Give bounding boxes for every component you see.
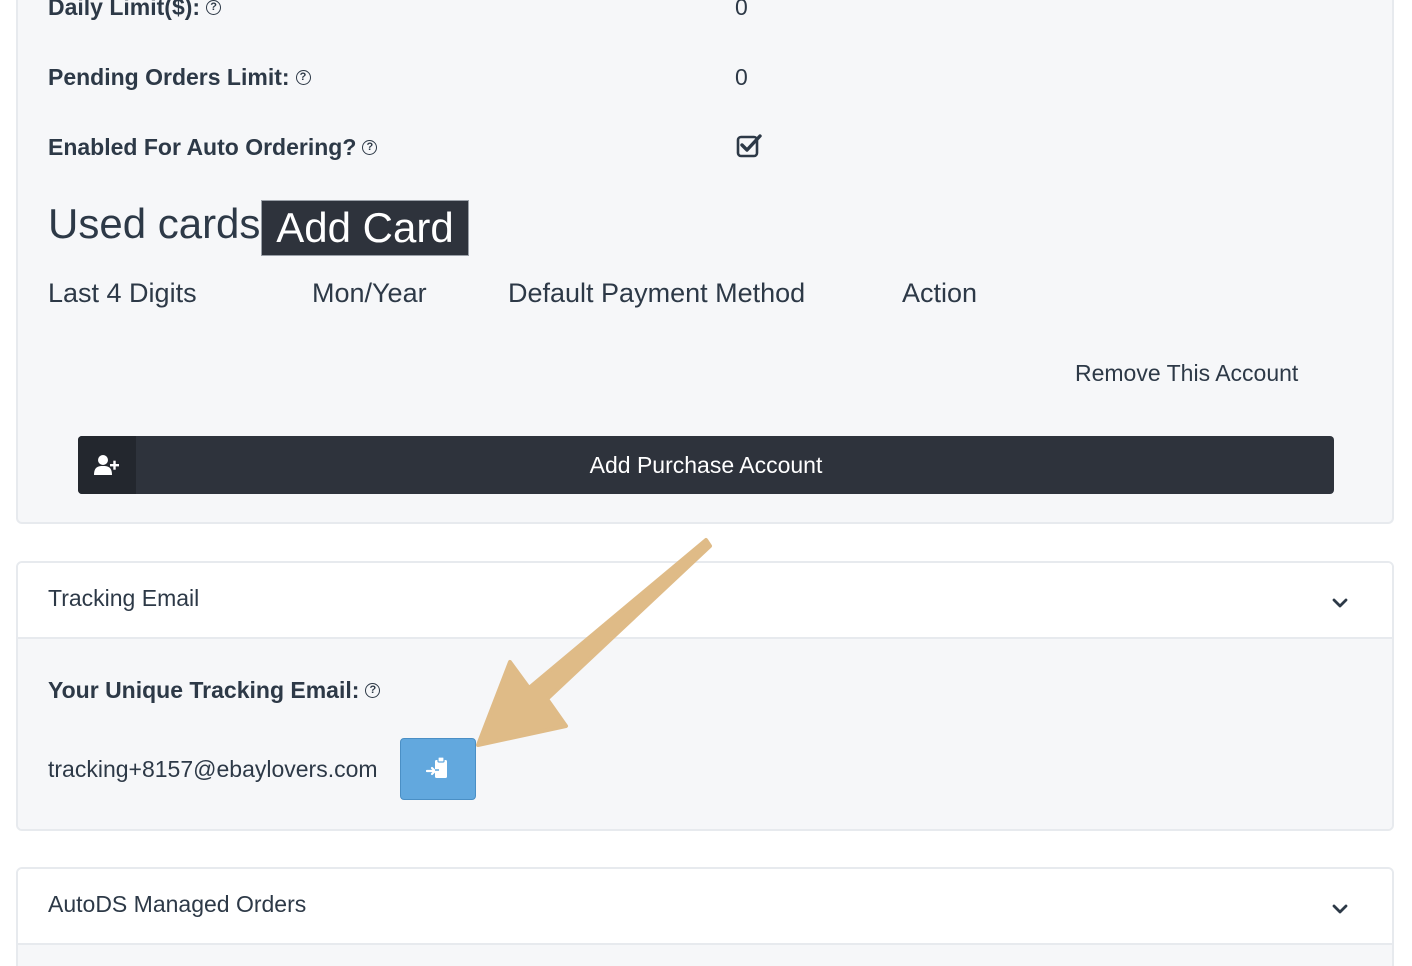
unique-tracking-email-label-text: Your Unique Tracking Email: xyxy=(48,677,360,703)
managed-orders-panel-body xyxy=(18,945,1392,966)
help-icon[interactable]: ? xyxy=(362,140,378,155)
pending-orders-limit-value: 0 xyxy=(735,64,748,90)
unique-tracking-email-label: Your Unique Tracking Email: ? xyxy=(48,677,381,704)
help-icon[interactable]: ? xyxy=(295,70,311,85)
clipboard-paste-icon xyxy=(426,756,447,778)
managed-orders-panel-header[interactable]: AutoDS Managed Orders xyxy=(18,869,1392,945)
add-purchase-account-label: Add Purchase Account xyxy=(589,451,823,478)
account-settings-page: Daily Limit($): ? 0 Pending Orders Limit… xyxy=(0,0,1412,966)
managed-orders-panel-title: AutoDS Managed Orders xyxy=(48,891,307,917)
help-icon[interactable]: ? xyxy=(206,0,222,15)
tracking-email-panel: Tracking Email Your Unique Tracking Emai… xyxy=(16,561,1394,831)
daily-limit-label-text: Daily Limit($): xyxy=(48,0,201,20)
add-purchase-account-button[interactable]: Add Purchase Account xyxy=(78,436,1334,494)
auto-ordering-label-text: Enabled For Auto Ordering? xyxy=(48,134,357,160)
chevron-down-icon[interactable] xyxy=(1330,899,1350,919)
copy-email-button[interactable] xyxy=(400,738,476,800)
column-header-action: Action xyxy=(902,278,978,308)
tracking-email-value[interactable]: tracking+8157@ebaylovers.com xyxy=(48,756,378,783)
tracking-email-panel-title: Tracking Email xyxy=(48,585,200,611)
used-cards-title: Used cards xyxy=(48,200,261,247)
chevron-down-icon[interactable] xyxy=(1330,593,1350,613)
column-header-last4: Last 4 Digits xyxy=(48,278,197,308)
add-card-button[interactable]: Add Card xyxy=(261,200,469,256)
pending-orders-limit-label: Pending Orders Limit: ? xyxy=(48,64,311,91)
tracking-email-panel-body: Your Unique Tracking Email: ? tracking+8… xyxy=(18,639,1392,829)
managed-orders-panel: AutoDS Managed Orders xyxy=(16,867,1394,966)
pending-orders-limit-label-text: Pending Orders Limit: xyxy=(48,64,290,90)
tracking-email-panel-header[interactable]: Tracking Email xyxy=(18,563,1392,639)
column-header-mon-year: Mon/Year xyxy=(312,278,427,308)
auto-ordering-label: Enabled For Auto Ordering? ? xyxy=(48,134,378,161)
daily-limit-label: Daily Limit($): ? xyxy=(48,0,222,21)
column-header-default-payment: Default Payment Method xyxy=(508,278,806,308)
add-user-icon xyxy=(78,436,136,494)
auto-ordering-checkbox-icon[interactable] xyxy=(736,133,762,159)
help-icon[interactable]: ? xyxy=(365,683,381,698)
daily-limit-value: 0 xyxy=(735,0,748,20)
remove-account-link[interactable]: Remove This Account xyxy=(1075,360,1298,387)
